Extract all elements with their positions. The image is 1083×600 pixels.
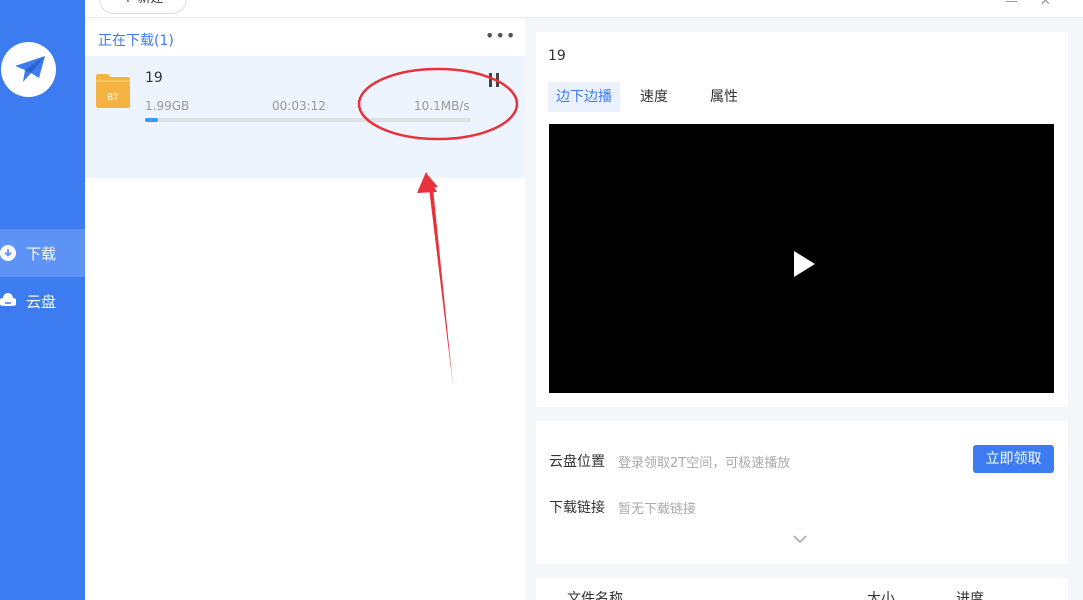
more-options-button[interactable]: ••• xyxy=(485,26,516,45)
progress-fill xyxy=(145,118,159,122)
download-link-label: 下载链接 xyxy=(549,500,605,516)
column-progress: 进度 xyxy=(956,591,984,600)
task-size: 1.99GB xyxy=(145,99,190,113)
download-list-panel: 正在下载(1) ••• BT 19 1.99GB 00:03:12 10.1MB… xyxy=(85,18,525,600)
task-name: 19 xyxy=(145,70,163,86)
sidebar-item-cloud[interactable]: 云盘 xyxy=(0,277,85,325)
pause-icon[interactable] xyxy=(488,73,500,87)
bird-logo-icon xyxy=(15,56,45,82)
sidebar-item-download[interactable]: 下载 xyxy=(0,229,85,277)
cloud-location-label: 云盘位置 xyxy=(549,454,605,470)
detail-title: 19 xyxy=(548,48,566,64)
download-link-value: 暂无下载链接 xyxy=(618,502,697,517)
download-task-row[interactable]: BT 19 1.99GB 00:03:12 10.1MB/s xyxy=(85,56,525,178)
play-icon[interactable] xyxy=(792,250,816,278)
sidebar: 下载 云盘 xyxy=(0,0,85,600)
task-speed: 10.1MB/s xyxy=(414,99,470,113)
video-player[interactable] xyxy=(549,124,1054,393)
section-title: 正在下载(1) xyxy=(98,33,174,49)
top-toolbar: + 新建 — ✕ xyxy=(85,0,1083,18)
download-icon xyxy=(0,245,16,261)
column-size: 大小 xyxy=(867,591,895,600)
bt-folder-icon: BT xyxy=(96,74,130,108)
tab-speed[interactable]: 速度 xyxy=(632,82,676,112)
tab-properties[interactable]: 属性 xyxy=(702,82,746,112)
new-task-button[interactable]: + 新建 xyxy=(99,0,187,14)
tab-stream-play[interactable]: 边下边播 xyxy=(548,82,620,112)
cloud-info-card: 云盘位置 登录领取2T空间，可极速播放 立即领取 下载链接 暂无下载链接 xyxy=(536,421,1068,564)
close-button[interactable]: ✕ xyxy=(1040,0,1051,9)
scrollbar[interactable] xyxy=(1075,18,1083,600)
bt-badge: BT xyxy=(107,92,119,102)
cloud-icon xyxy=(0,293,16,309)
minimize-button[interactable]: — xyxy=(1005,0,1018,9)
app-logo xyxy=(1,42,56,97)
claim-now-button[interactable]: 立即领取 xyxy=(973,445,1054,473)
progress-bar xyxy=(145,118,471,122)
chevron-down-icon[interactable] xyxy=(793,535,807,543)
task-time: 00:03:12 xyxy=(272,99,326,113)
column-file-name: 文件名称 xyxy=(567,591,623,600)
sidebar-item-label: 云盘 xyxy=(26,292,57,311)
cloud-location-value: 登录领取2T空间，可极速播放 xyxy=(618,456,791,471)
file-list-header: 文件名称 大小 进度 xyxy=(536,578,1068,600)
detail-card: 19 边下边播 速度 属性 xyxy=(536,32,1068,407)
sidebar-item-label: 下载 xyxy=(26,244,57,263)
